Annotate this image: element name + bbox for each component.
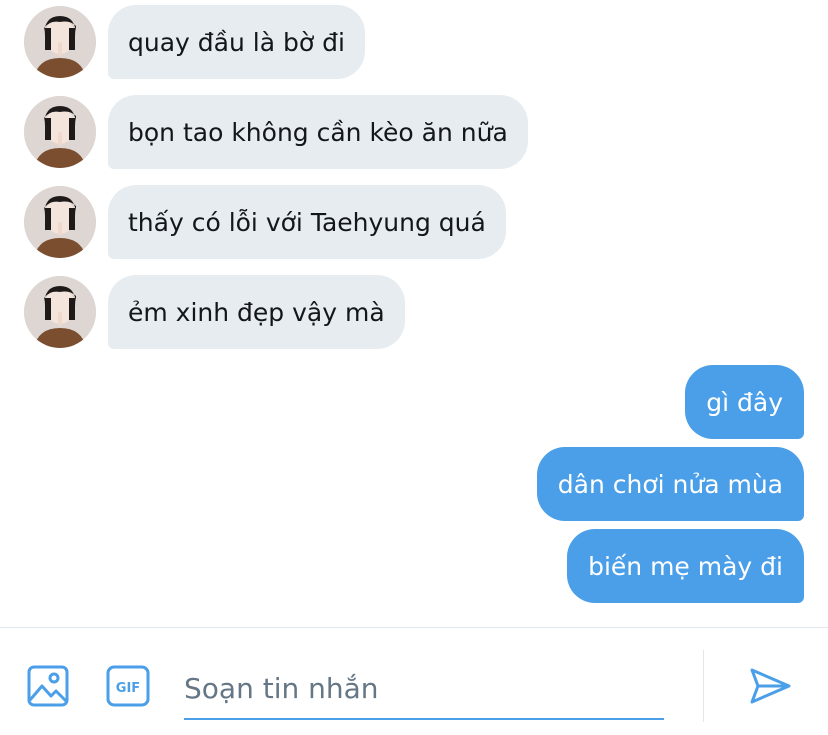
message-composer: GIF — [0, 627, 828, 735]
message-input[interactable] — [184, 658, 664, 720]
incoming-message-bubble[interactable]: thấy có lỗi với Taehyung quá — [108, 185, 506, 259]
outgoing-message-bubble[interactable]: biến mẹ mày đi — [567, 529, 804, 603]
avatar[interactable] — [24, 186, 96, 258]
incoming-message-row: ẻm xinh đẹp vậy mà — [24, 275, 405, 349]
incoming-message-bubble[interactable]: ẻm xinh đẹp vậy mà — [108, 275, 405, 349]
outgoing-message-bubble[interactable]: dân chơi nửa mùa — [536, 447, 804, 521]
incoming-message-bubble[interactable]: quay đầu là bờ đi — [108, 5, 365, 79]
composer-divider — [703, 650, 704, 722]
avatar[interactable] — [24, 6, 96, 78]
incoming-message-bubble[interactable]: bọn tao không cần kèo ăn nữa — [108, 95, 528, 169]
avatar[interactable] — [24, 276, 96, 348]
image-icon[interactable] — [26, 664, 70, 708]
send-icon[interactable] — [748, 664, 792, 708]
incoming-message-row: bọn tao không cần kèo ăn nữa — [24, 95, 528, 169]
gif-icon-label: GIF — [116, 681, 140, 696]
avatar[interactable] — [24, 96, 96, 168]
outgoing-message-bubble[interactable]: gì đây — [685, 365, 804, 439]
message-thread: quay đầu là bờ đi bọn tao không cần kèo … — [0, 0, 828, 627]
gif-icon[interactable]: GIF — [106, 664, 150, 708]
incoming-message-row: thấy có lỗi với Taehyung quá — [24, 185, 506, 259]
incoming-message-row: quay đầu là bờ đi — [24, 5, 365, 79]
